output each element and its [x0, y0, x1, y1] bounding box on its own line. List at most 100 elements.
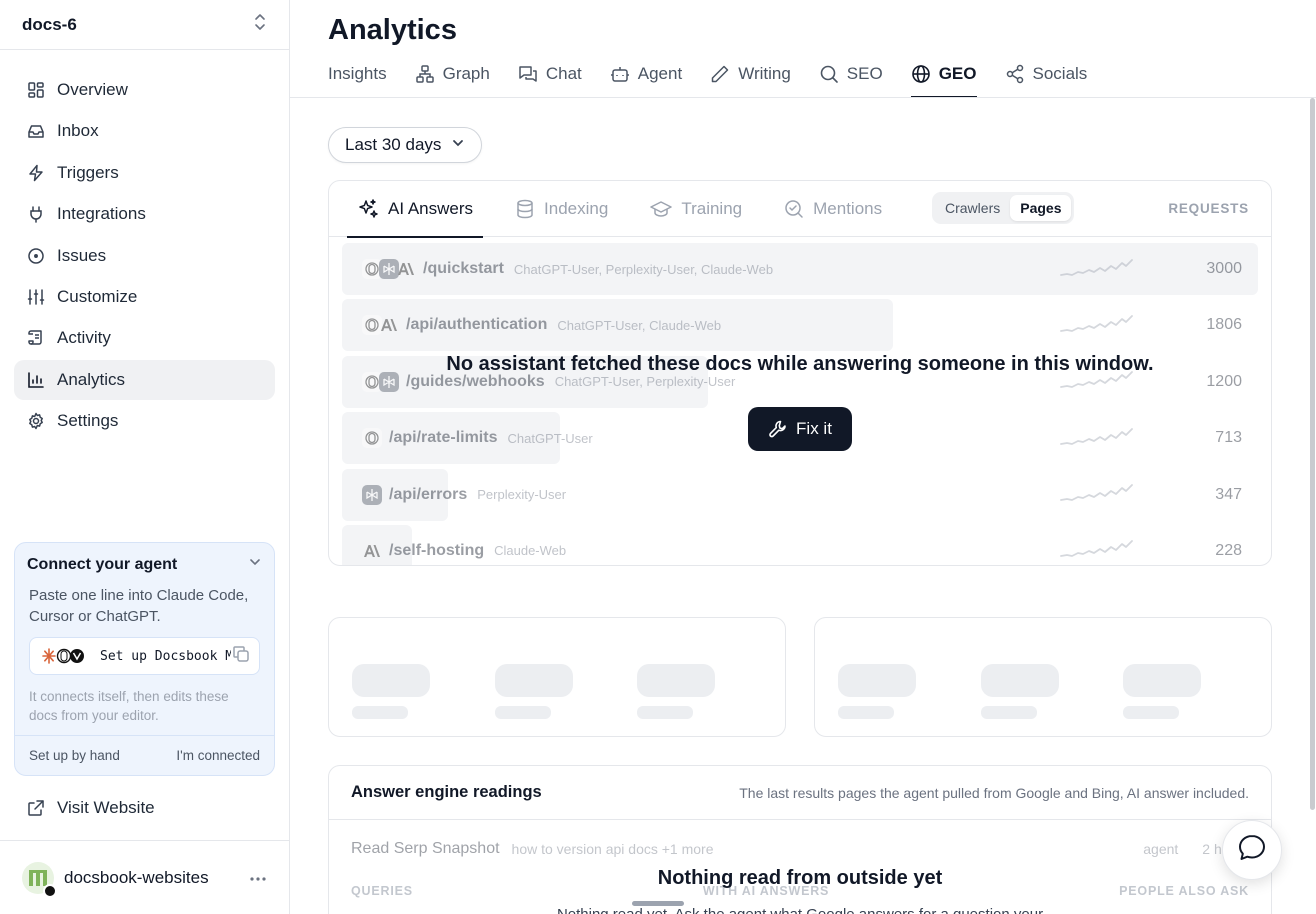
page-agents: ChatGPT-User, Perplexity-User — [554, 374, 736, 390]
anthropic-icon — [362, 541, 382, 561]
tab-training[interactable]: Training — [640, 181, 752, 237]
tab-seo[interactable]: SEO — [819, 56, 883, 92]
skeleton-line — [1123, 706, 1179, 719]
analytics-tabs: Insights Graph Chat Agent Writing SEO GE… — [328, 56, 1115, 98]
page-row[interactable]: /quickstart ChatGPT-User, Perplexity-User… — [342, 243, 1258, 295]
chat-icon — [518, 64, 538, 84]
answer-engine-readings: Answer engine readings The last results … — [328, 765, 1272, 914]
geo-subtabs: AI Answers Indexing Training Mentions Cr… — [329, 181, 1271, 238]
skeleton-block — [352, 664, 430, 697]
date-range-select[interactable]: Last 30 days — [328, 127, 483, 163]
workspace-switcher[interactable]: docs-6 — [0, 0, 289, 50]
sparkline — [1060, 424, 1144, 453]
tab-agent[interactable]: Agent — [610, 56, 682, 92]
pages-toggle[interactable]: Pages — [1010, 195, 1072, 221]
tab-insights[interactable]: Insights — [328, 56, 387, 92]
visit-website-link[interactable]: Visit Website — [14, 788, 275, 828]
connect-footer: Set up by hand I'm connected — [15, 735, 274, 775]
app: docs-6 Overview Inbox Triggers Integrati… — [0, 0, 1316, 914]
mcp-command-box[interactable]: Set up Docsbook MCP server — [29, 637, 260, 675]
tab-mentions[interactable]: Mentions — [774, 181, 892, 237]
connect-agent-panel: Connect your agent Paste one line into C… — [14, 542, 275, 776]
tab-geo[interactable]: GEO — [910, 56, 977, 98]
grid-icon — [26, 80, 46, 100]
setup-manual-link[interactable]: Set up by hand — [29, 748, 120, 763]
pen-icon — [710, 64, 730, 84]
sidebar-item-inbox[interactable]: Inbox — [14, 111, 275, 151]
tab-label: Socials — [1032, 64, 1088, 83]
connect-note: It connects itself, then edits these doc… — [29, 689, 229, 723]
chat-bubble-icon — [1237, 833, 1267, 868]
sidebar-item-customize[interactable]: Customize — [14, 277, 275, 317]
drag-handle[interactable] — [632, 901, 684, 906]
subtab-label: AI Answers — [388, 198, 474, 218]
tab-ai-answers[interactable]: AI Answers — [347, 181, 484, 238]
scrollbar[interactable] — [1308, 98, 1316, 810]
graph-icon — [415, 64, 435, 84]
fix-it-button[interactable]: Fix it — [748, 407, 852, 451]
account-switcher[interactable]: docsbook-websites — [0, 840, 289, 914]
chevron-updown-icon — [253, 12, 267, 37]
sidebar-item-label: Settings — [57, 411, 119, 431]
graduation-cap-icon — [650, 199, 673, 219]
sidebar-item-label: Overview — [57, 80, 128, 99]
sidebar-item-issues[interactable]: Issues — [14, 236, 275, 276]
tab-label: Graph — [442, 64, 490, 83]
plug-icon — [26, 204, 46, 224]
stat-card-skeleton — [328, 617, 786, 737]
crawlers-toggle[interactable]: Crawlers — [935, 195, 1010, 221]
gear-icon — [26, 411, 46, 431]
more-icon[interactable] — [249, 869, 267, 887]
tab-socials[interactable]: Socials — [1005, 56, 1088, 92]
readings-title: Answer engine readings — [351, 783, 542, 801]
chat-launcher-button[interactable] — [1222, 820, 1282, 880]
tab-chat[interactable]: Chat — [518, 56, 582, 92]
sidebar-item-integrations[interactable]: Integrations — [14, 194, 275, 234]
tab-indexing[interactable]: Indexing — [505, 181, 618, 237]
sliders-icon — [26, 287, 46, 307]
geo-card: AI Answers Indexing Training Mentions Cr… — [328, 180, 1272, 566]
reading-actor: agent — [1143, 841, 1179, 857]
page-row[interactable]: /api/authentication ChatGPT-User, Claude-… — [342, 299, 1258, 352]
sidebar: docs-6 Overview Inbox Triggers Integrati… — [0, 0, 290, 914]
copy-icon[interactable] — [231, 644, 251, 669]
sidebar-item-overview[interactable]: Overview — [14, 70, 275, 110]
sidebar-item-activity[interactable]: Activity — [14, 318, 275, 358]
sidebar-item-analytics[interactable]: Analytics — [14, 359, 275, 400]
page-row[interactable]: /api/errors Perplexity-User 347 — [342, 468, 1258, 521]
sidebar-item-label: Issues — [57, 245, 107, 265]
visit-website-label: Visit Website — [57, 798, 155, 817]
anthropic-icon — [379, 315, 399, 335]
date-range-label: Last 30 days — [345, 135, 442, 154]
tab-graph[interactable]: Graph — [415, 56, 490, 92]
tab-label: GEO — [938, 64, 977, 83]
sidebar-item-triggers[interactable]: Triggers — [14, 153, 275, 193]
database-icon — [515, 199, 535, 219]
workspace-name: docs-6 — [22, 14, 77, 34]
sidebar-item-settings[interactable]: Settings — [14, 401, 275, 441]
tab-label: Writing — [738, 64, 791, 83]
account-name: docsbook-websites — [64, 867, 209, 887]
connected-link[interactable]: I'm connected — [176, 748, 260, 763]
wrench-icon — [768, 419, 788, 439]
sidebar-item-label: Activity — [57, 328, 111, 348]
page-row[interactable]: /self-hosting Claude-Web 228 — [342, 524, 1258, 565]
page-path: /api/authentication — [406, 316, 548, 334]
scrollbar-thumb[interactable] — [1310, 98, 1315, 810]
search-icon — [819, 64, 839, 84]
inbox-icon — [26, 121, 46, 141]
request-count: 3000 — [1206, 260, 1242, 277]
sidebar-item-label: Triggers — [57, 162, 119, 182]
skeleton-block — [495, 664, 573, 697]
page-agents: ChatGPT-User, Perplexity-User, Claude-We… — [513, 261, 774, 277]
page-path: /api/rate-limits — [389, 429, 498, 447]
skeleton-line — [981, 706, 1037, 719]
chevron-down-icon[interactable] — [248, 555, 262, 574]
fix-it-label: Fix it — [796, 419, 832, 438]
agent-logos — [362, 484, 382, 505]
skeleton-block — [637, 664, 715, 697]
tab-label: Chat — [545, 64, 582, 83]
readings-empty-text: Nothing read yet. Ask the agent what Goo… — [329, 906, 1271, 914]
tab-writing[interactable]: Writing — [710, 56, 791, 92]
subtab-label: Mentions — [813, 198, 883, 218]
